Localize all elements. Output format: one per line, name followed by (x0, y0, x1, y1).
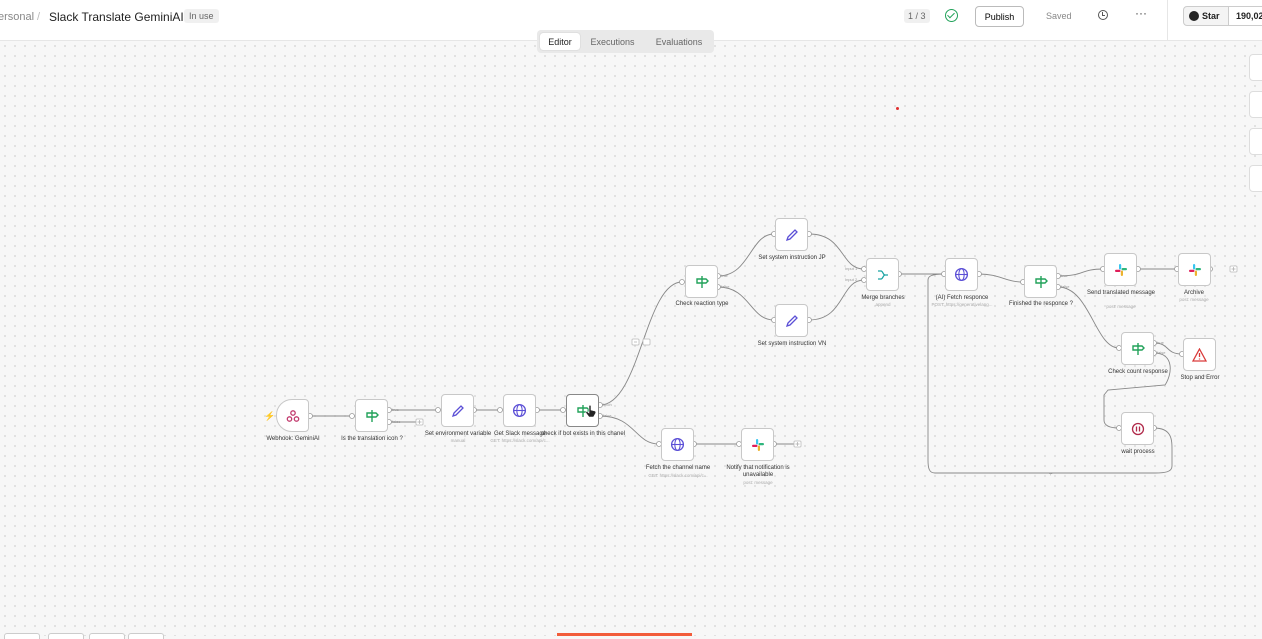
node-subtitle: post: message (1179, 297, 1209, 302)
globe-icon (512, 403, 527, 418)
node-subtitle: GET: https://slack.com/api/c... (648, 473, 708, 478)
connections-layer: + ⚡ (264, 231, 1238, 478)
port-label: false (603, 413, 612, 418)
node-label: Check reaction type (675, 301, 729, 307)
node-fetch-channel[interactable] (661, 428, 694, 461)
globe-icon (670, 437, 685, 452)
port-label: Input 2 (845, 277, 858, 282)
if-icon (365, 409, 379, 422)
port-label: true (721, 273, 728, 278)
node-merge[interactable] (866, 258, 899, 291)
port-label: false (392, 419, 401, 424)
zoom-to-fit-button[interactable] (4, 633, 40, 639)
node-send-translated[interactable] (1104, 253, 1137, 286)
svg-text:⚡: ⚡ (264, 410, 275, 422)
if-icon (1131, 342, 1145, 355)
node-label: Archive (1183, 290, 1204, 296)
port-label: false (1061, 284, 1070, 289)
globe-icon (954, 267, 969, 282)
slack-icon (1114, 263, 1127, 276)
merge-icon (877, 269, 888, 280)
connection (808, 233, 865, 270)
port-label: false (721, 284, 730, 289)
if-icon (695, 275, 709, 288)
reset-zoom-button[interactable] (128, 633, 164, 639)
port-label: fetch (603, 402, 612, 407)
node-wait[interactable] (1121, 412, 1154, 445)
node-label: (AI) Fetch responce (935, 295, 989, 301)
svg-text:+: + (1049, 472, 1053, 478)
node-subtitle: append (875, 302, 891, 307)
node-subtitle: post: message (1106, 304, 1136, 309)
node-notify[interactable] (741, 428, 774, 461)
node-label: check if bot exists in this chanel (540, 431, 626, 437)
pause-icon (1131, 422, 1144, 435)
node-archive[interactable] (1178, 253, 1211, 286)
port-label: true (392, 407, 399, 412)
node-label: Is the translation icon ? (341, 436, 403, 442)
warning-icon (1192, 347, 1207, 362)
slack-icon (751, 438, 764, 451)
webhook-icon (286, 409, 299, 422)
node-set-jp[interactable] (775, 218, 808, 251)
node-subtitle: GET: https://slack.com/api/c... (490, 438, 550, 443)
node-check-count[interactable] (1121, 332, 1154, 365)
node-label: wait process (1121, 449, 1155, 455)
if-icon (1034, 275, 1048, 288)
node-set-vn[interactable] (775, 304, 808, 337)
hand-cursor-icon (585, 405, 597, 418)
port-label: true (1157, 340, 1164, 345)
node-label: Finished the responce ? (1008, 301, 1074, 307)
node-fetch-ai[interactable] (945, 258, 978, 291)
node-stop-error[interactable] (1183, 338, 1216, 371)
node-label: Merge branches (861, 295, 905, 301)
node-subtitle: post: message (743, 480, 773, 485)
connection (978, 273, 1024, 283)
node-label: Webhook: GeminiAI (266, 436, 320, 442)
node-webhook[interactable] (276, 399, 309, 432)
pencil-icon (785, 228, 798, 241)
pencil-icon (785, 314, 798, 327)
port-label: true (1061, 273, 1068, 278)
pencil-icon (451, 404, 464, 417)
node-label: Set system instruction JP (758, 255, 826, 261)
connection (599, 415, 660, 445)
node-label: Notify that notification is unavailable (726, 465, 790, 478)
node-subtitle: POST: https://generativelang... (931, 302, 993, 307)
node-get-slack[interactable] (503, 394, 536, 427)
node-set-env[interactable] (441, 394, 474, 427)
slack-icon (1188, 263, 1201, 276)
node-label: Set system instruction VN (757, 341, 827, 347)
node-finished[interactable] (1024, 265, 1057, 298)
node-label: Stop and Error (1180, 375, 1220, 381)
node-is-translation[interactable] (355, 399, 388, 432)
zoom-out-button[interactable] (89, 633, 125, 639)
port-label: false (1157, 350, 1166, 355)
node-label: Fetch the channel name (645, 465, 711, 471)
zoom-in-button[interactable] (48, 633, 84, 639)
node-check-reaction[interactable] (685, 265, 718, 298)
port-label: Input 1 (845, 266, 858, 271)
